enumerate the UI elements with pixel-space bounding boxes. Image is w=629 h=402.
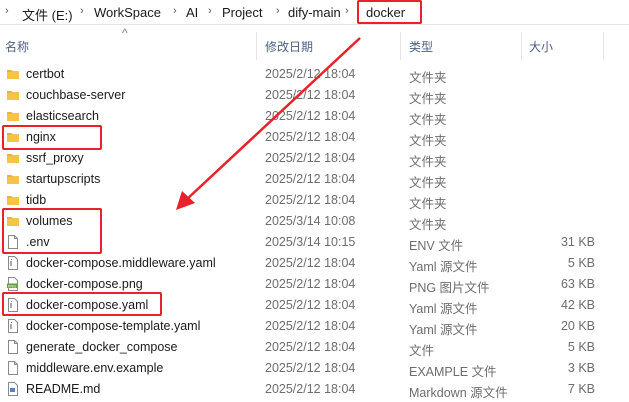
annotation-arrow xyxy=(176,37,361,210)
